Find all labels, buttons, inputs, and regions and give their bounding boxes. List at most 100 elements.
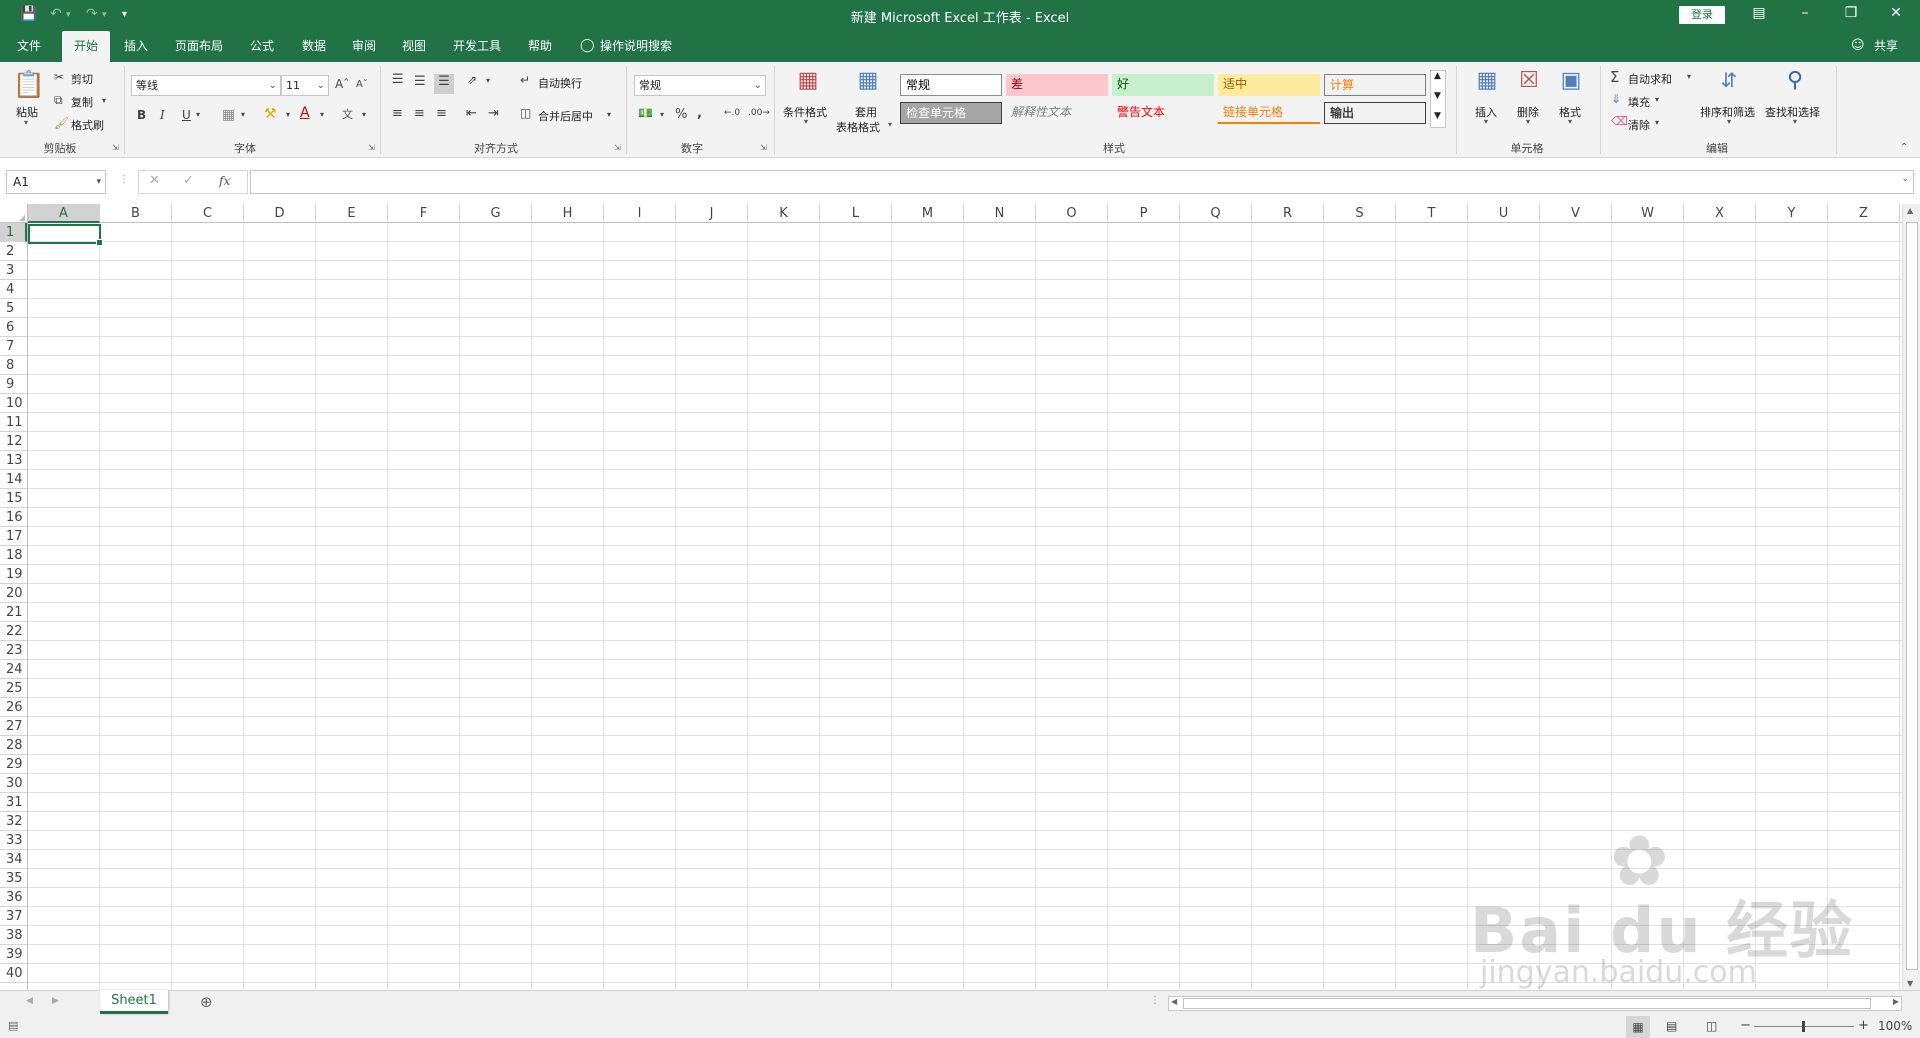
- fill-dropdown-icon[interactable]: ▾: [1655, 95, 1659, 104]
- macro-record-icon[interactable]: ▤: [8, 1019, 18, 1032]
- merge-center-icon[interactable]: ◫: [520, 106, 531, 120]
- tab-file[interactable]: 文件: [6, 31, 52, 62]
- tab-formulas[interactable]: 公式: [240, 31, 284, 62]
- cell-style-output[interactable]: 输出: [1324, 102, 1426, 124]
- orientation-icon[interactable]: ⇗: [467, 73, 477, 87]
- clear-dropdown-icon[interactable]: ▾: [1655, 118, 1659, 127]
- conditional-format-dropdown-icon[interactable]: ▾: [804, 117, 808, 126]
- new-sheet-icon[interactable]: ⊕: [200, 993, 213, 1011]
- cell-style-warning[interactable]: 警告文本: [1112, 102, 1214, 124]
- accounting-format-icon[interactable]: 💵: [638, 106, 653, 120]
- tab-help[interactable]: 帮助: [518, 31, 562, 62]
- expand-formula-icon[interactable]: ⌄: [1901, 174, 1909, 184]
- row-header-16[interactable]: 16: [0, 508, 27, 527]
- number-format-combo[interactable]: 常规 ⌄: [634, 75, 766, 96]
- row-header-18[interactable]: 18: [0, 546, 27, 565]
- increase-decimal-icon[interactable]: ←.0: [724, 108, 740, 118]
- alignment-launcher-icon[interactable]: ⇲: [614, 143, 621, 152]
- cut-button[interactable]: 剪切: [71, 71, 93, 87]
- clear-button[interactable]: 清除: [1628, 117, 1650, 133]
- zoom-level[interactable]: 100%: [1878, 1019, 1912, 1033]
- decrease-indent-icon[interactable]: ⇤: [466, 106, 477, 121]
- copy-button[interactable]: 复制: [71, 94, 93, 110]
- align-left-icon[interactable]: ≡: [392, 106, 403, 121]
- cell-style-neutral[interactable]: 适中: [1218, 74, 1320, 96]
- formula-input[interactable]: ⌄: [250, 170, 1914, 194]
- tab-split-grip-icon[interactable]: ⋮: [1150, 995, 1160, 1006]
- border-icon[interactable]: ▦: [222, 107, 235, 123]
- align-right-icon[interactable]: ≡: [436, 106, 447, 121]
- ribbon-display-icon[interactable]: ▤: [1739, 5, 1779, 21]
- column-header-c[interactable]: C: [172, 204, 244, 223]
- tab-view[interactable]: 视图: [392, 31, 436, 62]
- paste-icon[interactable]: 📋: [12, 70, 46, 102]
- column-header-l[interactable]: L: [820, 204, 892, 223]
- find-dropdown-icon[interactable]: ▾: [1793, 117, 1797, 126]
- sheet-tab-sheet1[interactable]: Sheet1: [100, 990, 168, 1014]
- fill-down-icon[interactable]: ⇓: [1611, 92, 1621, 106]
- align-middle-icon[interactable]: ☰: [414, 74, 426, 89]
- row-header-25[interactable]: 25: [0, 679, 27, 698]
- restore-icon[interactable]: ❐: [1831, 5, 1871, 21]
- cell-style-normal[interactable]: 常规: [900, 74, 1002, 96]
- row-header-28[interactable]: 28: [0, 736, 27, 755]
- row-header-2[interactable]: 2: [0, 242, 27, 261]
- column-header-m[interactable]: M: [892, 204, 964, 223]
- row-header-40[interactable]: 40: [0, 964, 27, 983]
- format-dropdown-icon[interactable]: ▾: [1568, 117, 1572, 126]
- sort-filter-icon[interactable]: ⇵: [1712, 68, 1746, 98]
- row-header-32[interactable]: 32: [0, 812, 27, 831]
- scroll-left-icon[interactable]: ◀: [1171, 997, 1177, 1006]
- cell-style-good[interactable]: 好: [1112, 74, 1214, 96]
- row-header-11[interactable]: 11: [0, 413, 27, 432]
- phonetic-icon[interactable]: 文: [342, 106, 353, 122]
- row-header-4[interactable]: 4: [0, 280, 27, 299]
- format-as-table-line2[interactable]: 表格格式: [836, 119, 880, 135]
- align-center-icon[interactable]: ≡: [414, 106, 425, 121]
- border-dropdown-icon[interactable]: ▾: [241, 110, 245, 119]
- row-header-9[interactable]: 9: [0, 375, 27, 394]
- column-header-g[interactable]: G: [460, 204, 532, 223]
- number-launcher-icon[interactable]: ⇲: [760, 143, 767, 152]
- login-button[interactable]: 登录: [1679, 6, 1725, 24]
- tab-review[interactable]: 审阅: [342, 31, 386, 62]
- font-color-dropdown-icon[interactable]: ▾: [320, 110, 324, 119]
- scroll-down-icon[interactable]: ▼: [1907, 979, 1913, 988]
- column-header-n[interactable]: N: [964, 204, 1036, 223]
- next-sheet-icon[interactable]: ▶: [52, 996, 59, 1006]
- column-header-j[interactable]: J: [676, 204, 748, 223]
- column-header-e[interactable]: E: [316, 204, 388, 223]
- row-header-12[interactable]: 12: [0, 432, 27, 451]
- align-top-icon[interactable]: ☰: [392, 72, 404, 87]
- page-break-view-icon[interactable]: ◫: [1706, 1019, 1717, 1033]
- row-header-26[interactable]: 26: [0, 698, 27, 717]
- tab-data[interactable]: 数据: [292, 31, 336, 62]
- column-header-a[interactable]: A: [28, 204, 100, 223]
- row-header-5[interactable]: 5: [0, 299, 27, 318]
- row-header-10[interactable]: 10: [0, 394, 27, 413]
- tab-developer[interactable]: 开发工具: [444, 31, 510, 62]
- autosum-button[interactable]: 自动求和: [1628, 71, 1672, 87]
- name-box[interactable]: A1 ▾: [6, 170, 106, 194]
- insert-dropdown-icon[interactable]: ▾: [1484, 117, 1488, 126]
- align-bottom-icon[interactable]: ☰: [434, 74, 454, 94]
- row-header-35[interactable]: 35: [0, 869, 27, 888]
- row-header-23[interactable]: 23: [0, 641, 27, 660]
- format-as-table-line1[interactable]: 套用: [855, 104, 877, 120]
- decrease-decimal-icon[interactable]: .00→: [748, 108, 770, 118]
- format-painter-icon[interactable]: 🖌: [54, 116, 69, 130]
- column-header-b[interactable]: B: [100, 204, 172, 223]
- row-header-37[interactable]: 37: [0, 907, 27, 926]
- column-header-t[interactable]: T: [1396, 204, 1468, 223]
- row-header-19[interactable]: 19: [0, 565, 27, 584]
- cell-style-check-cell[interactable]: 检查单元格: [900, 102, 1002, 124]
- normal-view-icon[interactable]: ▦: [1626, 1016, 1650, 1038]
- clipboard-launcher-icon[interactable]: ⇲: [112, 143, 119, 152]
- zoom-slider-thumb[interactable]: [1802, 1021, 1805, 1032]
- italic-button[interactable]: I: [160, 108, 165, 122]
- cell-style-calculation[interactable]: 计算: [1324, 74, 1426, 96]
- delete-dropdown-icon[interactable]: ▾: [1526, 117, 1530, 126]
- fill-color-icon[interactable]: ⚒: [264, 106, 277, 122]
- zoom-out-icon[interactable]: −: [1740, 1018, 1751, 1033]
- tab-insert[interactable]: 插入: [114, 31, 158, 62]
